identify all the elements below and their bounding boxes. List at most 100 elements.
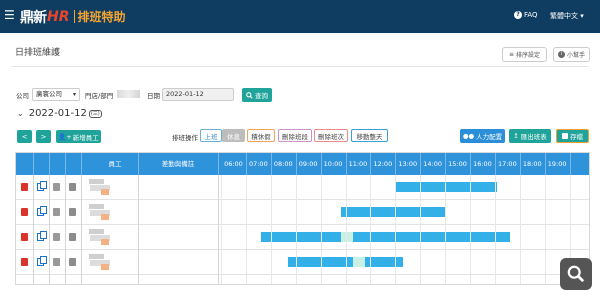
column-divider <box>49 175 50 284</box>
operation-button[interactable]: 刪除班段 <box>278 129 312 142</box>
break-segment[interactable] <box>352 257 366 267</box>
header-separator <box>138 153 139 175</box>
helper-button[interactable]: i 小幫手 <box>553 47 590 62</box>
break-segment[interactable] <box>340 232 353 242</box>
shift-segment[interactable] <box>260 232 341 242</box>
edit-row-icon[interactable] <box>53 258 60 266</box>
column-divider <box>33 175 34 284</box>
export-button[interactable]: ↥ 匯出班表 <box>509 129 551 143</box>
date-label: 日期 <box>147 92 160 100</box>
employee-name-redacted[interactable] <box>89 179 111 196</box>
hamburger-menu-icon[interactable]: ☰ <box>4 9 15 21</box>
hour-column-header: 16:00 <box>473 160 492 168</box>
employee-name-redacted[interactable] <box>89 204 111 221</box>
hour-column-header: 09:00 <box>298 160 318 168</box>
edit-row-icon[interactable] <box>53 208 60 216</box>
store-label: 門店/部門 <box>85 92 114 100</box>
hour-gridline <box>370 175 372 284</box>
language-label: 繁體中文 <box>550 12 578 20</box>
language-select[interactable]: 繁體中文 ▾ <box>550 11 584 21</box>
copy-row-icon[interactable] <box>37 231 47 241</box>
hour-column-header: 15:00 <box>448 160 467 168</box>
redacted-block <box>101 239 109 245</box>
redacted-block <box>89 204 104 209</box>
copy-row-icon[interactable] <box>37 256 47 266</box>
table-row <box>16 200 589 225</box>
hour-column-header: 06:00 <box>224 160 243 168</box>
operation-button[interactable]: 積休假 <box>247 129 275 142</box>
more-row-icon[interactable] <box>69 208 76 216</box>
more-row-icon[interactable] <box>69 183 76 191</box>
edit-row-icon[interactable] <box>53 233 60 241</box>
hour-gridline <box>445 175 447 284</box>
staffing-label: 人力配置 <box>476 133 503 141</box>
people-icon: ●● <box>462 132 475 140</box>
product-name: 排班特助 <box>77 10 126 24</box>
hour-gridline <box>345 175 347 284</box>
brand-logo[interactable]: 鼎新 HR 排班特助 <box>20 7 126 26</box>
store-value-redacted[interactable] <box>117 90 140 98</box>
current-date: 2022-01-12 <box>28 108 87 119</box>
operation-button[interactable]: 上班 <box>200 129 222 142</box>
sort-icon: ≡ <box>508 51 514 58</box>
search-icon <box>567 265 585 283</box>
date-input[interactable]: 2022-01-12 <box>162 88 234 101</box>
copy-row-icon[interactable] <box>37 206 47 216</box>
more-row-icon[interactable] <box>69 258 76 266</box>
edit-row-icon[interactable] <box>53 183 60 191</box>
add-employee-button[interactable]: 👤+ 新增員工 <box>56 130 101 143</box>
delete-row-icon[interactable] <box>21 233 28 241</box>
staffing-button[interactable]: ●● 人力配置 <box>460 129 505 143</box>
search-button[interactable]: 查詢 <box>242 88 272 102</box>
hour-gridline <box>470 175 471 284</box>
employee-name-redacted[interactable] <box>89 229 111 246</box>
more-row-icon[interactable] <box>69 233 76 241</box>
logo-divider <box>73 10 75 23</box>
brand-name: 鼎新 <box>20 9 47 26</box>
employee-name-redacted[interactable] <box>89 254 111 271</box>
sort-settings-button[interactable]: ≡ 排序設定 <box>502 47 547 62</box>
operation-button[interactable]: 刪除班次 <box>314 129 348 142</box>
header-separator <box>65 153 66 175</box>
add-employee-label: 新增員工 <box>72 133 99 142</box>
shift-segment[interactable] <box>352 232 510 242</box>
info-icon: i <box>557 51 565 58</box>
redacted-block <box>101 214 109 220</box>
chevron-down-icon[interactable]: ⌄ <box>17 109 24 118</box>
header-separator <box>218 153 219 175</box>
search-icon <box>246 91 253 99</box>
faq-link[interactable]: ? FAQ <box>514 11 538 19</box>
operation-button[interactable]: 休息 <box>222 129 245 142</box>
company-select[interactable]: 廣寰公司 ▾ <box>32 88 80 101</box>
prev-day-button[interactable]: < <box>17 130 32 143</box>
column-divider <box>65 175 66 284</box>
current-date-bar: ⌄ 2022-01-12 (三) <box>17 108 102 119</box>
faq-label: FAQ <box>524 11 538 19</box>
save-button[interactable]: 存檔 <box>556 129 589 143</box>
operation-button[interactable]: 移動整天 <box>351 129 388 142</box>
grid-header: 員工 差勤與備註 06:00 07:00 08:00 09:00 10:00 11:00 1… <box>16 153 589 175</box>
app-header: ☰ 鼎新 HR 排班特助 ? FAQ 繁體中文 ▾ <box>0 0 600 33</box>
brand-hr: HR <box>47 8 70 25</box>
hour-column-header: 10:00 <box>323 160 343 168</box>
next-day-button[interactable]: > <box>36 130 51 143</box>
hour-gridline <box>245 175 247 284</box>
shift-segment[interactable] <box>395 182 498 192</box>
table-row <box>16 225 589 250</box>
delete-row-icon[interactable] <box>21 208 28 216</box>
delete-row-icon[interactable] <box>21 258 28 266</box>
title-divider <box>12 66 588 67</box>
delete-row-icon[interactable] <box>21 183 28 191</box>
hour-column-header: 19:00 <box>547 160 567 168</box>
hour-gridline <box>519 175 521 284</box>
copy-row-icon[interactable] <box>37 181 47 191</box>
chevron-down-icon: ▾ <box>580 12 584 20</box>
export-label: 匯出班表 <box>520 133 547 141</box>
search-label: 查詢 <box>255 92 268 100</box>
zoom-button[interactable] <box>560 258 592 290</box>
redacted-block <box>89 229 104 234</box>
hour-column-header: 12:00 <box>373 160 393 168</box>
shift-segment[interactable] <box>340 207 446 217</box>
hour-column-header: 08:00 <box>273 160 293 168</box>
hour-column-header: 14:00 <box>423 160 442 168</box>
